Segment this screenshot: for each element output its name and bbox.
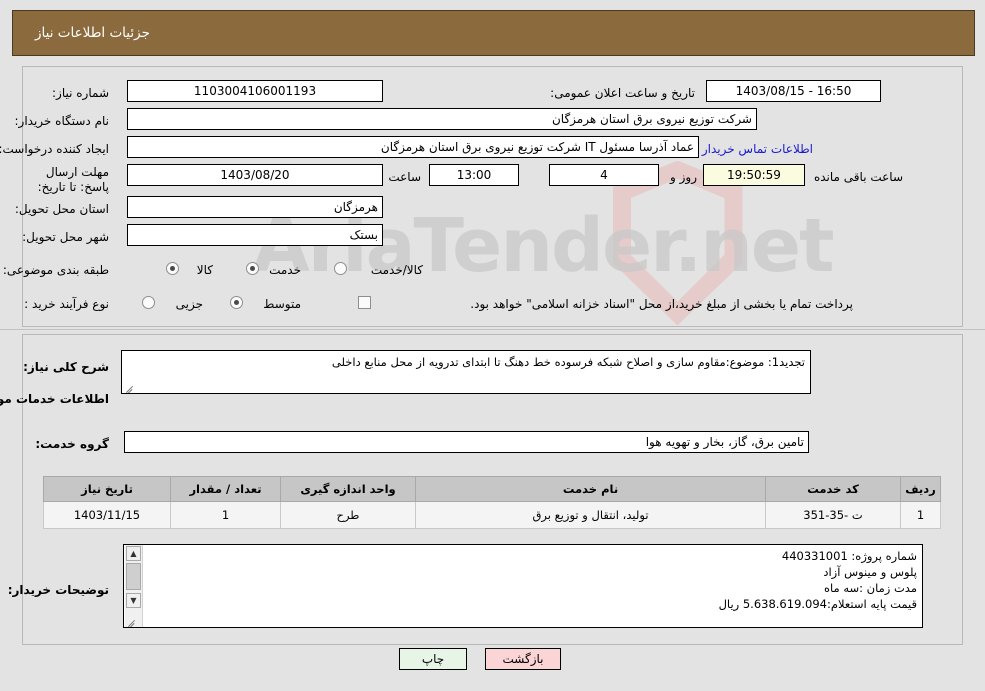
col-service-name: نام خدمت <box>415 476 766 502</box>
subject-category-label: طبقه بندی موضوعی: <box>2 263 109 277</box>
radio-process-motavasset[interactable] <box>230 296 243 309</box>
delivery-province-label: استان محل تحویل: <box>14 202 109 216</box>
need-number-label: شماره نیاز: <box>52 86 109 100</box>
scrollbar-thumb[interactable] <box>126 563 141 590</box>
resize-grip-icon[interactable] <box>124 382 134 392</box>
col-quantity: تعداد / مقدار <box>170 476 281 502</box>
response-deadline-label: مهلت ارسال پاسخ: تا تاریخ: <box>37 165 109 194</box>
remaining-days-field[interactable]: 4 <box>549 164 659 186</box>
col-service-code: کد خدمت <box>765 476 901 502</box>
buyer-org-field[interactable]: شرکت توزیع نیروی برق استان هرمزگان <box>127 108 757 130</box>
remaining-days-label: روز و <box>670 170 697 184</box>
cell-service-name: تولید، انتقال و توزیع برق <box>415 501 766 529</box>
cell-need-date: 1403/11/15 <box>43 501 171 529</box>
notes-scrollbar[interactable]: ▲ ▼ <box>124 545 143 627</box>
table-row: 1 ت -35-351 تولید، انتقال و توزیع برق طر… <box>43 501 941 529</box>
need-summary-text: تجدید1: موضوع:مقاوم سازی و اصلاح شبکه فر… <box>331 355 805 369</box>
radio-category-kala-khedmat[interactable] <box>334 262 347 275</box>
table-header-row: ردیف کد خدمت نام خدمت واحد اندازه گیری ت… <box>43 476 941 502</box>
radio-category-khedmat[interactable] <box>246 262 259 275</box>
treasury-bond-checkbox[interactable] <box>358 296 371 309</box>
service-group-label: گروه خدمت: <box>35 437 109 451</box>
radio-category-kala-khedmat-label: کالا/خدمت <box>370 263 423 277</box>
services-table: ردیف کد خدمت نام خدمت واحد اندازه گیری ت… <box>43 476 941 529</box>
service-group-field[interactable]: تامین برق، گاز، بخار و تهویه هوا <box>124 431 809 453</box>
col-need-date: تاریخ نیاز <box>43 476 171 502</box>
notes-resize-grip-icon[interactable] <box>126 616 136 626</box>
need-summary-label: شرح کلی نیاز: <box>23 360 109 374</box>
col-radif: ردیف <box>900 476 941 502</box>
deadline-hour-label: ساعت <box>388 170 421 184</box>
purchase-process-label: نوع فرآیند خرید : <box>24 297 109 311</box>
buyer-contact-link[interactable]: اطلاعات تماس خریدار <box>702 142 813 156</box>
page-root: AriaTender.net جزئیات اطلاعات نیاز شماره… <box>0 0 985 691</box>
buyer-org-label: نام دستگاه خریدار: <box>14 114 110 128</box>
remaining-clock-field: 19:50:59 <box>703 164 805 186</box>
request-creator-field[interactable]: عماد آذرسا مسئول IT شرکت توزیع نیروی برق… <box>127 136 699 158</box>
scroll-down-icon[interactable]: ▼ <box>126 593 141 608</box>
deadline-hour-field[interactable]: 13:00 <box>429 164 519 186</box>
announcement-datetime-field[interactable]: 1403/08/15 - 16:50 <box>706 80 881 102</box>
radio-process-jozei[interactable] <box>142 296 155 309</box>
cell-quantity: 1 <box>170 501 281 529</box>
radio-category-kala-label: کالا <box>196 263 213 277</box>
col-unit: واحد اندازه گیری <box>280 476 416 502</box>
print-button[interactable]: چاپ <box>399 648 467 670</box>
need-number-field[interactable]: 1103004106001193 <box>127 80 383 102</box>
back-button[interactable]: بازگشت <box>485 648 561 670</box>
radio-process-jozei-label: جزیی <box>175 297 203 311</box>
section-divider <box>0 329 985 330</box>
remaining-clock-label: ساعت باقی مانده <box>813 170 903 184</box>
radio-process-motavasset-label: متوسط <box>263 297 301 311</box>
request-creator-label: ایجاد کننده درخواست: <box>0 142 109 156</box>
buyer-notes-line-4: قیمت پایه استعلام:5.638.619.094 ریال <box>718 597 917 611</box>
buyer-notes-textarea[interactable]: شماره پروژه: 440331001 پلوس و مینوس آزاد… <box>123 544 923 628</box>
buyer-notes-line-2: پلوس و مینوس آزاد <box>823 565 917 579</box>
cell-unit: طرح <box>280 501 416 529</box>
page-header-bar: جزئیات اطلاعات نیاز <box>12 10 975 56</box>
cell-radif: 1 <box>900 501 941 529</box>
buyer-notes-line-1: شماره پروژه: 440331001 <box>781 549 917 563</box>
deadline-date-field[interactable]: 1403/08/20 <box>127 164 383 186</box>
radio-category-khedmat-label: خدمت <box>269 263 301 277</box>
page-title: جزئیات اطلاعات نیاز <box>35 25 150 41</box>
services-section-heading: اطلاعات خدمات مورد نیاز <box>0 392 109 406</box>
treasury-bond-note: پرداخت تمام یا بخشی از مبلغ خرید،از محل … <box>470 297 853 311</box>
radio-category-kala[interactable] <box>166 262 179 275</box>
delivery-city-field[interactable]: بستک <box>127 224 383 246</box>
announcement-datetime-label: تاریخ و ساعت اعلان عمومی: <box>550 86 695 100</box>
scroll-up-icon[interactable]: ▲ <box>126 546 141 561</box>
buyer-notes-label: توضیحات خریدار: <box>7 583 109 597</box>
buyer-notes-line-3: مدت زمان :سه ماه <box>823 581 917 595</box>
delivery-province-field[interactable]: هرمزگان <box>127 196 383 218</box>
cell-service-code: ت -35-351 <box>765 501 901 529</box>
need-summary-textarea[interactable]: تجدید1: موضوع:مقاوم سازی و اصلاح شبکه فر… <box>121 350 811 394</box>
delivery-city-label: شهر محل تحویل: <box>22 230 109 244</box>
